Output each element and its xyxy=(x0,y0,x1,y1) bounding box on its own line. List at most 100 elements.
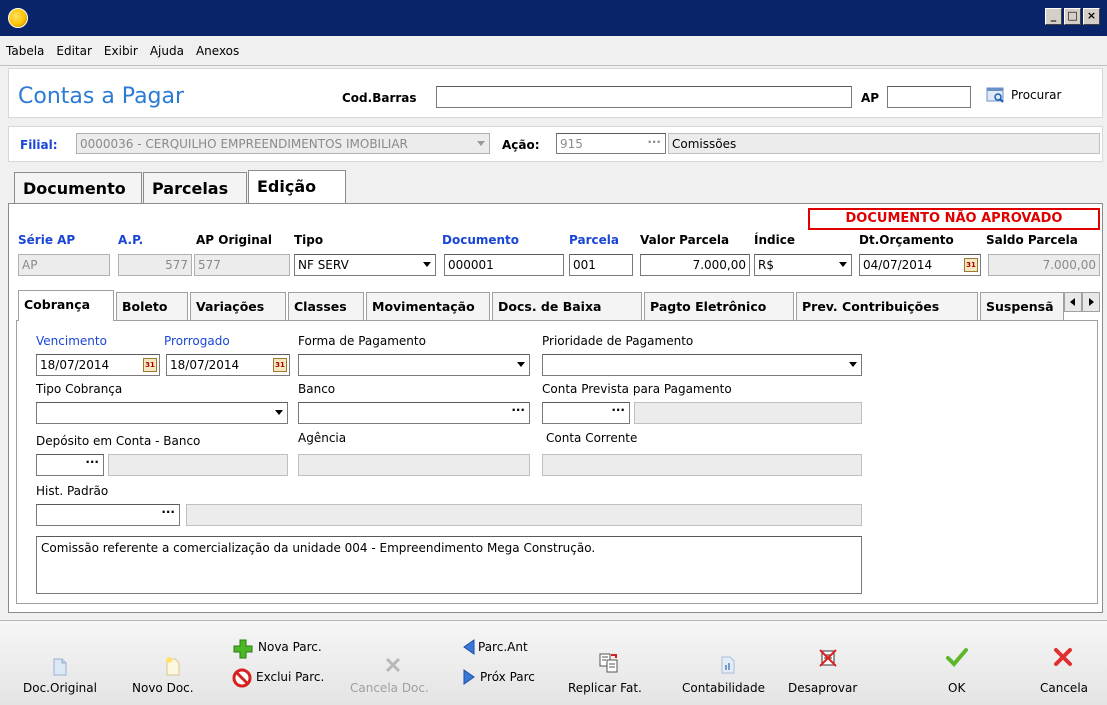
vencimento-input[interactable]: 18/07/2014 31 xyxy=(36,354,160,376)
vencimento-value: 18/07/2014 xyxy=(40,358,110,372)
chevron-down-icon xyxy=(423,262,431,267)
vencimento-label: Vencimento xyxy=(36,334,107,348)
indice-select[interactable]: R$ xyxy=(754,254,852,276)
lookup-dots-icon[interactable]: ··· xyxy=(85,455,99,469)
calendar-icon[interactable]: 31 xyxy=(273,358,287,372)
menu-anexos[interactable]: Anexos xyxy=(196,44,239,58)
cancel-icon xyxy=(1052,646,1074,668)
documento-label: Documento xyxy=(442,233,520,247)
documento-input[interactable]: 000001 xyxy=(444,254,564,276)
lookup-dots-icon[interactable]: ··· xyxy=(611,403,625,417)
page-title: Contas a Pagar xyxy=(18,84,185,109)
cancela-doc-label: Cancela Doc. xyxy=(350,681,429,695)
ap-search-input[interactable] xyxy=(887,86,971,108)
tipo-select[interactable]: NF SERV xyxy=(294,254,436,276)
hist-padrao-input[interactable]: ··· xyxy=(36,504,180,526)
cancela-button[interactable]: Cancela xyxy=(1040,681,1088,695)
exclui-parc-button[interactable]: Exclui Parc. xyxy=(256,670,324,684)
search-icon[interactable] xyxy=(986,86,1006,104)
search-button[interactable]: Procurar xyxy=(1011,88,1061,102)
tab-edicao[interactable]: Edição xyxy=(248,170,346,204)
novo-doc-button[interactable]: Novo Doc. xyxy=(132,681,194,695)
doc-original-button[interactable]: Doc.Original xyxy=(23,681,97,695)
barcode-input[interactable] xyxy=(436,86,852,108)
serie-field: AP xyxy=(18,254,110,276)
parcela-label: Parcela xyxy=(569,233,619,247)
tab-documento[interactable]: Documento xyxy=(14,172,142,204)
subtab-cobranca[interactable]: Cobrança xyxy=(18,290,114,321)
forma-pagamento-select[interactable] xyxy=(298,354,530,376)
nova-parc-button[interactable]: Nova Parc. xyxy=(258,640,322,654)
saldo-parcela-label: Saldo Parcela xyxy=(986,233,1078,247)
lookup-dots-icon[interactable]: ··· xyxy=(647,135,661,149)
cancela-doc-button[interactable]: Cancela Doc. xyxy=(350,681,429,695)
ap-search-label: AP xyxy=(861,91,880,105)
minimize-button[interactable]: _ xyxy=(1045,8,1062,25)
menu-exibir[interactable]: Exibir xyxy=(104,44,138,58)
parcela-input[interactable]: 001 xyxy=(569,254,633,276)
subtab-variacoes[interactable]: Variações xyxy=(190,292,286,320)
chevron-down-icon xyxy=(517,362,525,367)
subtab-docs-baixa[interactable]: Docs. de Baixa xyxy=(492,292,642,320)
app-icon xyxy=(8,8,28,28)
menu-tabela[interactable]: Tabela xyxy=(6,44,44,58)
replicar-fat-button[interactable]: Replicar Fat. xyxy=(568,681,642,695)
dt-orcamento-input[interactable]: 04/07/2014 31 xyxy=(859,254,981,276)
subtab-movimentacao[interactable]: Movimentação xyxy=(366,292,490,320)
subtab-boleto[interactable]: Boleto xyxy=(116,292,188,320)
calendar-icon[interactable]: 31 xyxy=(964,258,978,272)
tipo-cobranca-select[interactable] xyxy=(36,402,288,424)
chevron-down-icon xyxy=(839,262,847,267)
tab-scroll-left-button[interactable] xyxy=(1064,292,1082,312)
dt-orcamento-label: Dt.Orçamento xyxy=(859,233,954,247)
subtab-classes[interactable]: Classes xyxy=(288,292,364,320)
filial-label: Filial: xyxy=(20,138,58,152)
desaprovar-button[interactable]: Desaprovar xyxy=(788,681,857,695)
ok-button[interactable]: OK xyxy=(948,681,965,695)
forma-pagamento-label: Forma de Pagamento xyxy=(298,334,426,348)
subtab-pagto-eletronico[interactable]: Pagto Eletrônico xyxy=(644,292,794,320)
saldo-parcela-field: 7.000,00 xyxy=(988,254,1100,276)
calendar-icon[interactable]: 31 xyxy=(143,358,157,372)
deposito-banco-input[interactable]: ··· xyxy=(36,454,104,476)
filial-select[interactable]: 0000036 - CERQUILHO EMPREENDIMENTOS IMOB… xyxy=(76,133,490,154)
deposito-banco-desc xyxy=(108,454,288,476)
menu-editar[interactable]: Editar xyxy=(56,44,92,58)
prohibited-icon xyxy=(232,668,252,688)
lookup-dots-icon[interactable]: ··· xyxy=(511,403,525,417)
observacao-textarea[interactable]: Comissão referente a comercialização da … xyxy=(36,536,862,594)
prox-parc-label: Próx Parc xyxy=(480,670,535,684)
conta-prevista-input[interactable]: ··· xyxy=(542,402,630,424)
ap-number-label: A.P. xyxy=(118,233,144,247)
valor-parcela-input[interactable]: 7.000,00 xyxy=(640,254,750,276)
tipo-value: NF SERV xyxy=(298,258,349,272)
prorrogado-value: 18/07/2014 xyxy=(170,358,240,372)
cancela-label: Cancela xyxy=(1040,681,1089,695)
acao-code-input[interactable]: 915 ··· xyxy=(556,133,666,154)
doc-original-icon xyxy=(52,658,68,676)
contabilidade-button[interactable]: Contabilidade xyxy=(682,681,765,695)
menu-ajuda[interactable]: Ajuda xyxy=(150,44,184,58)
subtab-prev-contribuicoes[interactable]: Prev. Contribuições xyxy=(796,292,978,320)
tab-scroll-right-button[interactable] xyxy=(1082,292,1100,312)
conta-corrente-field xyxy=(542,454,862,476)
prioridade-label: Prioridade de Pagamento xyxy=(542,334,694,348)
maximize-button[interactable]: □ xyxy=(1064,8,1081,25)
parc-ant-button[interactable]: Parc.Ant xyxy=(478,640,528,654)
prioridade-select[interactable] xyxy=(542,354,862,376)
banco-label: Banco xyxy=(298,382,336,396)
banco-input[interactable]: ··· xyxy=(298,402,530,424)
prorrogado-label: Prorrogado xyxy=(164,334,230,348)
conta-corrente-label: Conta Corrente xyxy=(546,431,638,445)
prox-parc-button[interactable]: Próx Parc xyxy=(480,670,535,684)
tipo-label: Tipo xyxy=(294,233,324,247)
valor-parcela-label: Valor Parcela xyxy=(640,233,730,247)
tab-parcelas[interactable]: Parcelas xyxy=(143,172,247,204)
status-badge: DOCUMENTO NÃO APROVADO xyxy=(808,208,1100,230)
desaprovar-label: Desaprovar xyxy=(788,681,858,695)
lookup-dots-icon[interactable]: ··· xyxy=(161,505,175,519)
close-button[interactable]: × xyxy=(1083,8,1100,25)
prorrogado-input[interactable]: 18/07/2014 31 xyxy=(166,354,290,376)
conta-prevista-desc xyxy=(634,402,862,424)
subtab-suspensao[interactable]: Suspensã xyxy=(980,292,1064,320)
